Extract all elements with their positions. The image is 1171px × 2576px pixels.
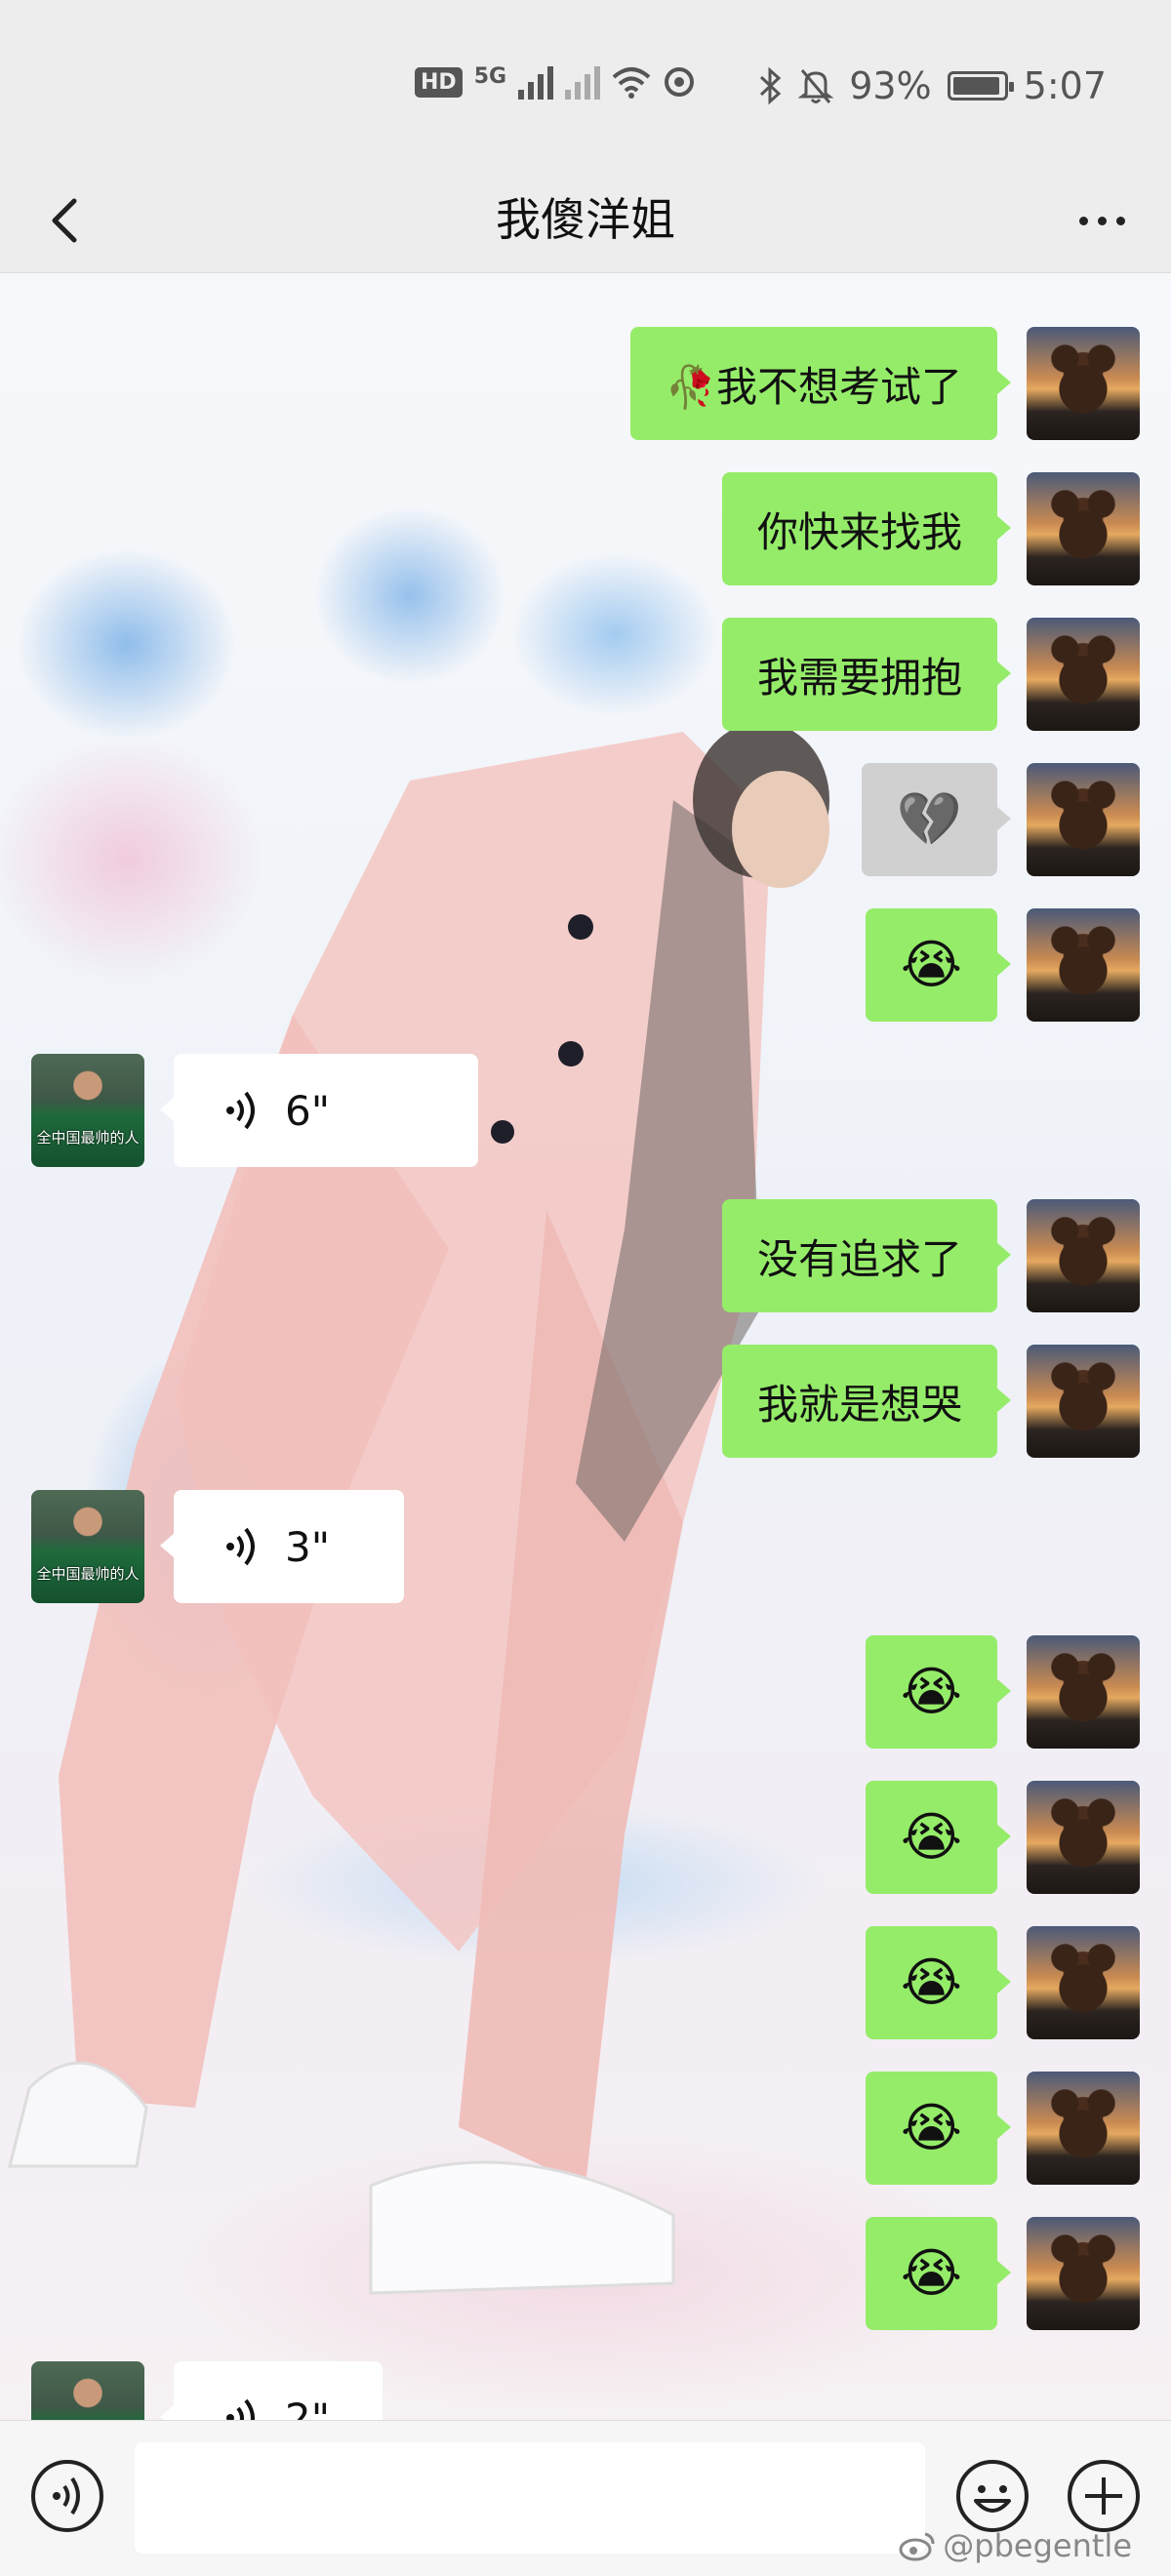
- message-row: 💔: [861, 763, 1140, 876]
- message-bubble[interactable]: 我就是想哭: [721, 1345, 1012, 1458]
- message-row: 我就是想哭: [721, 1345, 1140, 1458]
- weibo-logo-icon: [899, 2532, 935, 2561]
- message-row: 😭: [865, 2217, 1140, 2330]
- message-bubble-crying[interactable]: 😭: [865, 1926, 1012, 2039]
- message-row: 😭: [865, 1781, 1140, 1894]
- hd-badge: HD: [415, 66, 463, 98]
- voice-duration: 3": [285, 1522, 331, 1571]
- message-row: 😭: [865, 908, 1140, 1022]
- status-bar: HD 5G 93% 5:07: [0, 0, 1171, 166]
- message-bubble-crying[interactable]: 😭: [865, 2217, 1012, 2330]
- voice-message-bubble[interactable]: 2": [160, 2361, 383, 2421]
- sync-icon: [665, 67, 695, 97]
- message-input[interactable]: [135, 2442, 925, 2554]
- watermark-text: @pbegentle: [943, 2527, 1132, 2564]
- wifi-icon: [612, 67, 651, 99]
- emoji-icon[interactable]: [954, 2458, 1030, 2534]
- message-row-incoming: 全中国最帅的人 6": [31, 1054, 478, 1167]
- message-row: 😭: [865, 1926, 1140, 2039]
- my-avatar[interactable]: [1027, 763, 1140, 876]
- my-avatar[interactable]: [1027, 1926, 1140, 2039]
- my-avatar[interactable]: [1027, 908, 1140, 1022]
- my-avatar[interactable]: [1027, 1781, 1140, 1894]
- message-bubble-crying[interactable]: 😭: [865, 2072, 1012, 2185]
- battery-percent: 93%: [849, 64, 932, 107]
- my-avatar[interactable]: [1027, 2072, 1140, 2185]
- message-bubble[interactable]: 🥀我不想考试了: [629, 327, 1012, 440]
- voice-input-toggle-icon[interactable]: [29, 2458, 105, 2534]
- message-bubble[interactable]: 没有追求了: [721, 1199, 1012, 1312]
- message-row: 你快来找我: [721, 472, 1140, 585]
- message-bubble-broken-heart[interactable]: 💔: [861, 763, 1012, 876]
- network-type: 5G: [473, 64, 507, 89]
- message-row: 😭: [865, 2072, 1140, 2185]
- bluetooth-icon: [760, 66, 782, 105]
- message-bubble[interactable]: 你快来找我: [721, 472, 1012, 585]
- mute-bell-icon: [798, 69, 834, 103]
- message-row-incoming: 全中国最帅的人 3": [31, 1490, 404, 1603]
- signal-icon-secondary: [565, 64, 601, 100]
- contact-avatar[interactable]: 全中国最帅的人: [31, 1054, 144, 1167]
- my-avatar[interactable]: [1027, 1635, 1140, 1749]
- watermark: @pbegentle: [898, 2527, 1132, 2564]
- message-row: 😭: [865, 1635, 1140, 1749]
- message-row: 没有追求了: [721, 1199, 1140, 1312]
- message-row-incoming: 全中国最帅的人 2": [31, 2361, 383, 2420]
- more-options-icon[interactable]: [1068, 191, 1136, 250]
- my-avatar[interactable]: [1027, 2217, 1140, 2330]
- status-left: HD 5G: [415, 64, 696, 100]
- voice-wave-icon: [226, 1527, 255, 1566]
- message-bubble-crying[interactable]: 😭: [865, 1635, 1012, 1749]
- chat-title: 我傻洋姐: [496, 193, 675, 246]
- contact-avatar[interactable]: 全中国最帅的人: [31, 1490, 144, 1603]
- message-bubble-crying[interactable]: 😭: [865, 908, 1012, 1022]
- signal-icon: [518, 64, 554, 100]
- chat-area[interactable]: 🥀我不想考试了 你快来找我 我需要拥抱 💔 😭 全中国最帅的人 6" 没有追求了…: [0, 273, 1171, 2420]
- message-bubble[interactable]: 我需要拥抱: [721, 618, 1012, 731]
- clock: 5:07: [1023, 64, 1107, 107]
- voice-message-bubble[interactable]: 6": [160, 1054, 478, 1167]
- battery-icon: [947, 71, 1014, 101]
- my-avatar[interactable]: [1027, 327, 1140, 440]
- message-row: 🥀我不想考试了: [629, 327, 1140, 440]
- chat-header: 我傻洋姐: [0, 166, 1171, 273]
- my-avatar[interactable]: [1027, 618, 1140, 731]
- contact-avatar[interactable]: 全中国最帅的人: [31, 2361, 144, 2420]
- message-bubble-crying[interactable]: 😭: [865, 1781, 1012, 1894]
- plus-icon[interactable]: [1066, 2458, 1142, 2534]
- message-row: 我需要拥抱: [721, 618, 1140, 731]
- voice-wave-icon: [226, 2398, 255, 2420]
- my-avatar[interactable]: [1027, 1199, 1140, 1312]
- status-right: 93% 5:07: [757, 64, 1107, 107]
- my-avatar[interactable]: [1027, 472, 1140, 585]
- voice-message-bubble[interactable]: 3": [160, 1490, 404, 1603]
- voice-wave-icon: [226, 1091, 255, 1130]
- voice-duration: 6": [285, 1086, 331, 1135]
- voice-duration: 2": [285, 2394, 331, 2421]
- my-avatar[interactable]: [1027, 1345, 1140, 1458]
